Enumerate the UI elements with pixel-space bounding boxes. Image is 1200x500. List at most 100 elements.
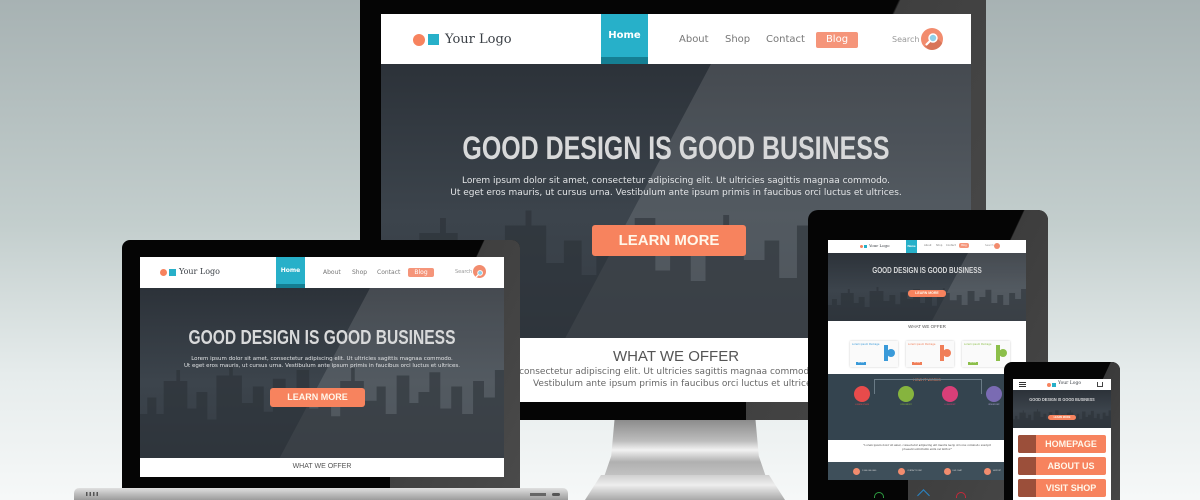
footer-contact-label: 1 800 000 0000: [861, 470, 877, 472]
mobile-menu-label: ABOUT US: [1047, 461, 1095, 471]
contact-footer: 1 800 000 0000 CONTACT FORM LIVE CHAT SU…: [828, 462, 1026, 480]
mobile-menu-label: HOMEPAGE: [1045, 439, 1097, 449]
nav-about[interactable]: About: [323, 269, 341, 276]
tablet-offer-section: WHAT WE OFFER Lorem ipsum Package MORE L…: [828, 321, 1026, 374]
monitor-site-nav: Your Logo Home About Shop Contact Blog S…: [381, 14, 971, 64]
package-card[interactable]: Lorem ipsum Package MORE: [962, 341, 1010, 367]
hero-title: GOOD DESIGN IS GOOD BUSINESS: [188, 327, 456, 349]
nav-shop[interactable]: Shop: [352, 269, 367, 276]
nav-about[interactable]: About: [924, 244, 931, 247]
mobile-menu-item-shop[interactable]: VISIT SHOP: [1018, 479, 1106, 497]
phone-hero: GOOD DESIGN IS GOOD BUSINESS LEARN MORE: [1013, 390, 1111, 428]
logo-square-icon: [428, 34, 439, 45]
footer-contact-label: CONTACT FORM: [907, 470, 922, 472]
nav-home[interactable]: Home: [276, 257, 305, 288]
phone-site-nav: Your Logo: [1013, 379, 1111, 390]
tablet-call-icon[interactable]: [874, 492, 884, 498]
nav-contact[interactable]: Contact: [766, 34, 805, 45]
search-label: Search: [455, 269, 473, 275]
package-card[interactable]: Lorem ipsum Package MORE: [850, 341, 898, 367]
search-label: Search: [892, 35, 920, 44]
nav-blog[interactable]: Blog: [816, 32, 858, 48]
hero-title: GOOD DESIGN IS GOOD BUSINESS: [872, 266, 982, 275]
thumbs-up-icon: [986, 386, 1002, 402]
hero-subtitle: Lorem ipsum dolor sit amet, consectetur …: [140, 356, 504, 370]
step-item: LOREM IPSUM: [848, 386, 876, 406]
search-button[interactable]: [473, 265, 486, 278]
laptop-hero: GOOD DESIGN IS GOOD BUSINESS Lorem ipsum…: [140, 288, 504, 458]
chat-icon: [943, 467, 951, 475]
package-card[interactable]: Lorem ipsum Package MORE: [906, 341, 954, 367]
laptop-led: [552, 493, 560, 496]
logo-text[interactable]: Your Logo: [869, 243, 890, 248]
footer-contact-item[interactable]: 1 800 000 0000: [852, 467, 877, 475]
learn-more-button[interactable]: LEARN MORE: [592, 225, 746, 256]
skyline-illustration: [828, 287, 1026, 321]
search-icon: [925, 33, 943, 50]
package-button[interactable]: MORE: [968, 362, 978, 365]
monitor-stand: [585, 420, 785, 500]
step-label: LOREMDNT: [944, 404, 956, 406]
step-item: LOREMDNT: [936, 386, 964, 406]
smartphone: Your Logo GOOD DESIGN IS GOOD BUSINESS L…: [1004, 362, 1120, 500]
search-icon: [475, 270, 483, 278]
nav-blog[interactable]: Blog: [408, 268, 434, 277]
share-icon[interactable]: [1097, 382, 1103, 387]
mobile-menu-item-homepage[interactable]: HOMEPAGE: [1018, 435, 1106, 453]
learn-more-button[interactable]: LEARN MORE: [1048, 415, 1076, 420]
step-label: UPSUMDNT: [900, 404, 912, 406]
learn-more-button[interactable]: LEARN MORE: [270, 388, 365, 407]
hero-subtitle-line2: Ut eget eros mauris, ut cursus urna. Ves…: [184, 363, 460, 370]
nav-about[interactable]: About: [679, 34, 709, 45]
logo-text[interactable]: Your Logo: [1058, 381, 1081, 386]
footer-contact-item[interactable]: LIVE CHAT: [943, 467, 962, 475]
package-title: Lorem ipsum Package: [908, 343, 936, 346]
stand-neck: [603, 420, 767, 480]
laptop-site-nav: Your Logo Home About Shop Contact Blog S…: [140, 257, 504, 288]
footer-contact-item[interactable]: SUPPORT: [983, 467, 1001, 475]
cart-icon: [1018, 479, 1036, 497]
nav-shop[interactable]: Shop: [936, 244, 942, 247]
cart-icon: [942, 386, 958, 402]
laptop-port: [530, 493, 546, 496]
offer-title: WHAT WE OFFER: [292, 463, 352, 470]
footer-contact-label: SUPPORT: [992, 470, 1001, 472]
nav-home-label: Home: [280, 267, 301, 274]
mobile-menu-item-about[interactable]: ABOUT US: [1018, 457, 1106, 475]
quote-text: "Lorem ipsum dolor sit amet, consectetur…: [863, 444, 991, 451]
tablet-end-call-icon[interactable]: [956, 492, 966, 498]
support-icon: [983, 467, 991, 475]
package-badge: [999, 349, 1007, 357]
phone-icon: [852, 467, 860, 475]
logo-circle-icon: [860, 245, 863, 248]
nav-home[interactable]: Home: [601, 14, 648, 64]
package-list: Lorem ipsum Package MORE Lorem ipsum Pac…: [850, 341, 1010, 367]
hero-subtitle-line1: Lorem ipsum dolor sit amet, consectetur …: [191, 356, 453, 362]
laptop-base: [74, 488, 568, 500]
steps-row: LOREM IPSUM UPSUMDNT LOREMDNT IPSUM DNT: [848, 386, 1008, 406]
learn-more-button[interactable]: LEARN MORE: [908, 290, 946, 297]
laptop-vent: [86, 492, 100, 496]
logo-text[interactable]: Your Logo: [179, 267, 220, 276]
hero-title: GOOD DESIGN IS GOOD BUSINESS: [462, 130, 890, 166]
nav-contact[interactable]: Contact: [946, 244, 956, 247]
search-button[interactable]: [994, 243, 1000, 249]
search-button[interactable]: [921, 28, 943, 50]
offer-title: WHAT WE OFFER: [908, 324, 946, 329]
nav-contact[interactable]: Contact: [377, 269, 400, 276]
laptop-offer-section: WHAT WE OFFER: [140, 458, 504, 477]
nav-home[interactable]: Home: [906, 240, 917, 253]
how-it-works-section: HOW IT WORKS LOREM IPSUM UPSUMDNT LOREMD…: [828, 374, 1026, 440]
mobile-menu: HOMEPAGE ABOUT US VISIT SHOP: [1018, 435, 1106, 500]
logo-circle-icon: [413, 34, 425, 46]
package-title: Lorem ipsum Package: [852, 343, 880, 346]
mobile-menu-label: VISIT SHOP: [1045, 483, 1097, 493]
footer-contact-item[interactable]: CONTACT FORM: [898, 467, 922, 475]
step-item: UPSUMDNT: [892, 386, 920, 406]
package-button[interactable]: MORE: [912, 362, 922, 365]
package-button[interactable]: MORE: [856, 362, 866, 365]
nav-blog[interactable]: Blog: [959, 243, 969, 248]
nav-shop[interactable]: Shop: [725, 34, 750, 45]
users-icon: [1018, 457, 1036, 475]
logo-text[interactable]: Your Logo: [445, 32, 512, 47]
